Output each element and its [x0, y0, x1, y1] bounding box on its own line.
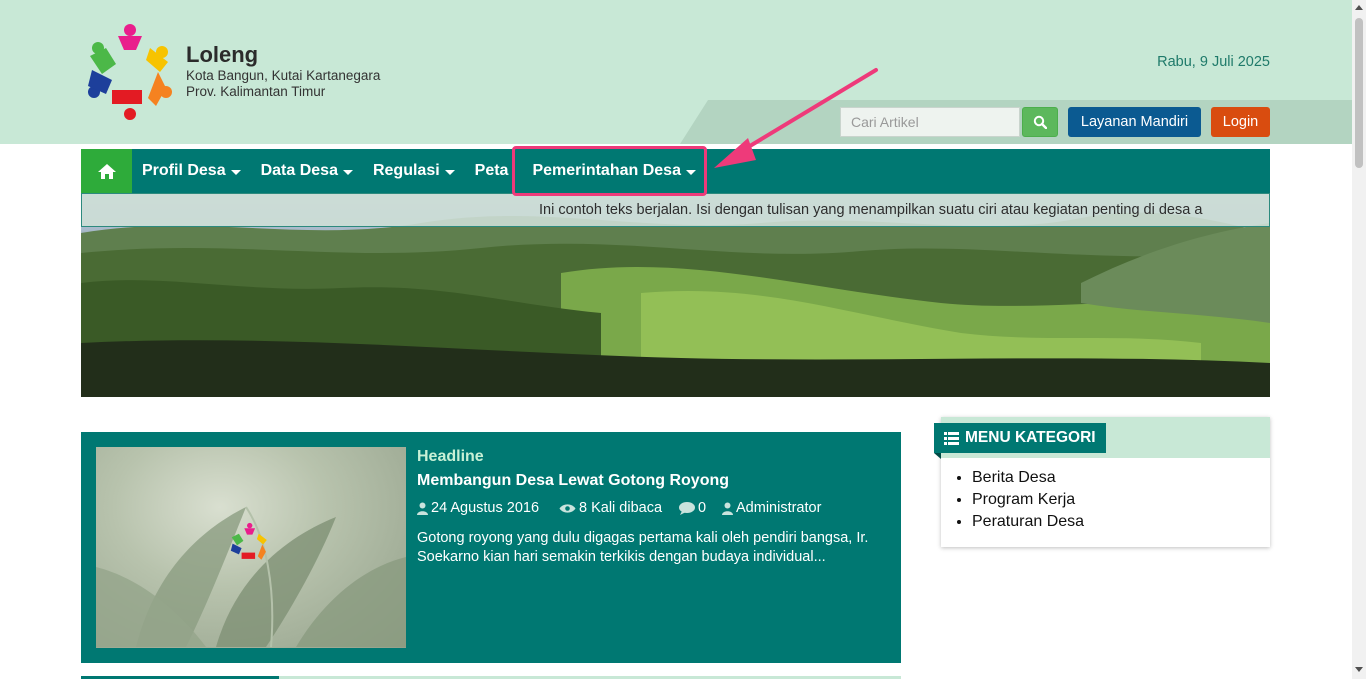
- current-date: Rabu, 9 Juli 2025: [1157, 54, 1270, 70]
- leaf-image: [96, 506, 406, 648]
- scroll-thumb[interactable]: [1355, 18, 1363, 168]
- nav-regulasi[interactable]: Regulasi: [363, 149, 465, 193]
- login-button[interactable]: Login: [1211, 107, 1270, 137]
- nav-label: Regulasi: [372, 162, 440, 179]
- headline-comments: 0: [698, 500, 707, 516]
- meta-views: 8 Kali dibaca: [559, 500, 662, 516]
- nav-data-desa[interactable]: Data Desa: [251, 149, 363, 193]
- news-ticker: Ini contoh teks berjalan. Isi dengan tul…: [81, 193, 1270, 227]
- page-scrollbar[interactable]: [1352, 0, 1366, 679]
- headline-card: Headline Membangun Desa Lewat Gotong Roy…: [81, 432, 901, 663]
- highlight-annotation: [512, 146, 707, 196]
- nav-home[interactable]: [81, 149, 132, 193]
- headline-views: 8 Kali dibaca: [579, 500, 663, 516]
- headline-excerpt: Gotong royong yang dulu digagas pertama …: [417, 530, 869, 565]
- headline-date: 24 Agustus 2016: [431, 500, 540, 516]
- search-icon: [1033, 115, 1047, 129]
- category-item-peraturan-desa[interactable]: Peraturan Desa: [972, 513, 1084, 531]
- nav-label: Peta: [474, 162, 509, 179]
- layanan-mandiri-button[interactable]: Layanan Mandiri: [1068, 107, 1201, 137]
- site-title[interactable]: Loleng: [186, 42, 258, 68]
- arrow-annotation-icon: [714, 68, 878, 168]
- ribbon-fold: [934, 453, 941, 459]
- ticker-text: Ini contoh teks berjalan. Isi dengan tul…: [539, 202, 1203, 218]
- comment-icon: [679, 501, 695, 515]
- scroll-up-icon[interactable]: [1355, 5, 1363, 10]
- nav-label: Profil Desa: [142, 162, 226, 179]
- widget-title-text: MENU KATEGORI: [965, 429, 1096, 446]
- meta-author: Administrator: [722, 500, 821, 516]
- village-logo[interactable]: [84, 22, 176, 120]
- headline-author: Administrator: [736, 500, 822, 516]
- widget-title: MENU KATEGORI: [934, 423, 1106, 453]
- meta-date: 24 Agustus 2016: [417, 500, 539, 516]
- headline-title[interactable]: Membangun Desa Lewat Gotong Royong: [417, 472, 729, 490]
- eye-icon: [559, 503, 576, 513]
- nav-peta[interactable]: Peta: [465, 149, 519, 193]
- caret-down-icon: [444, 169, 455, 175]
- caret-down-icon: [342, 169, 353, 175]
- category-list: Berita Desa Program Kerja Peraturan Desa: [972, 469, 1084, 535]
- search-button[interactable]: [1022, 107, 1058, 137]
- caret-down-icon: [230, 169, 241, 175]
- list-icon: [944, 431, 959, 445]
- meta-comments: 0: [679, 500, 706, 516]
- headline-image[interactable]: [96, 447, 406, 648]
- user-icon: [722, 502, 733, 515]
- site-subtitle-district: Kota Bangun, Kutai Kartanegara: [186, 68, 381, 83]
- site-subtitle-province: Prov. Kalimantan Timur: [186, 84, 326, 99]
- headline-label: Headline: [417, 448, 484, 465]
- scroll-down-icon[interactable]: [1355, 667, 1363, 672]
- category-item-program-kerja[interactable]: Program Kerja: [972, 491, 1084, 509]
- category-widget: MENU KATEGORI Berita Desa Program Kerja …: [934, 417, 1270, 547]
- nav-profil-desa[interactable]: Profil Desa: [132, 149, 251, 193]
- nav-label: Data Desa: [260, 162, 338, 179]
- home-icon: [97, 163, 116, 179]
- user-icon: [417, 502, 428, 515]
- category-item-berita-desa[interactable]: Berita Desa: [972, 469, 1084, 487]
